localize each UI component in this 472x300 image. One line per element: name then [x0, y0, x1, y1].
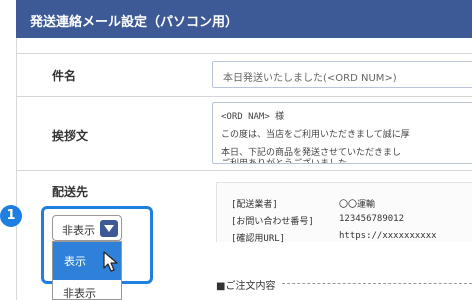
option-label: 非表示 [63, 287, 96, 300]
settings-panel: 発送連絡メール設定（パソコン用） 件名 本日発送いたしました(<ORD NUM>… [0, 0, 472, 300]
subject-value: 本日発送いたしました(<ORD NUM>) [223, 73, 397, 84]
greeting-line: <ORD NAM> 様 [221, 112, 285, 122]
row-divider [16, 53, 472, 54]
shipping-value: 〇〇運輸 [339, 200, 376, 210]
header-bar: 発送連絡メール設定（パソコン用） [16, 0, 472, 38]
option-label: 表示 [64, 255, 86, 268]
destination-select[interactable]: 非表示 [52, 215, 122, 241]
shipping-info-block: [配送業者] 〇〇運輸 [お問い合わせ番号] 123456789012 [確認用… [216, 182, 472, 244]
subject-label: 件名 [52, 69, 77, 83]
shipping-value: 123456789012 [339, 214, 405, 224]
option-hide[interactable]: 非表示 [53, 280, 121, 300]
greeting-textarea[interactable]: <ORD NAM> 様 この度は、当店をご利用いただきまして誠に厚 本日、下記の… [212, 102, 472, 164]
shipping-value: https://xxxxxxxxxx [339, 231, 437, 241]
subject-input[interactable]: 本日発送いたしました(<ORD NUM>) [212, 61, 472, 88]
row-divider [16, 170, 472, 171]
shipping-key: [確認用URL] [231, 234, 286, 244]
step-callout-badge: 1 [0, 205, 22, 227]
page-title: 発送連絡メール設定（パソコン用） [30, 15, 239, 30]
order-section-label: ■ご注文内容 [216, 281, 276, 292]
shipping-key: [配送業者] [231, 200, 278, 210]
chevron-down-icon[interactable] [100, 220, 118, 237]
row-divider [16, 96, 472, 97]
order-divider [282, 283, 472, 284]
greeting-line: この度は、当店をご利用いただきまして誠に厚 [221, 130, 410, 140]
select-current-value: 非表示 [62, 224, 95, 237]
greeting-label: 挨拶文 [52, 129, 89, 143]
pointer-cursor-icon [103, 251, 119, 277]
destination-label: 配送先 [52, 185, 89, 199]
greeting-line: ご利用ありがとうございました。 [221, 159, 357, 164]
shipping-key: [お問い合わせ番号] [231, 217, 314, 227]
